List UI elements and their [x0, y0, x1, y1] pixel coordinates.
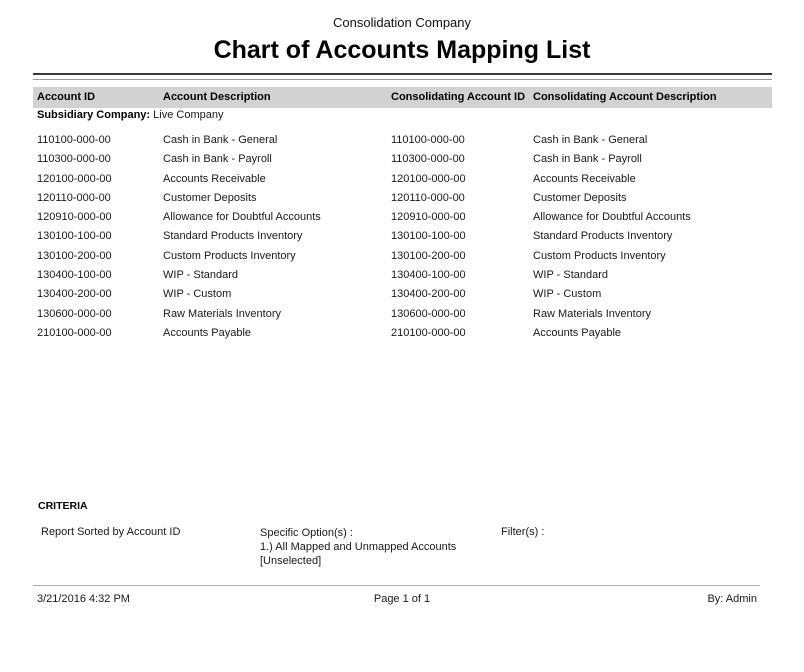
account-description: Accounts Payable: [163, 324, 251, 343]
consolidating-account-description: Customer Deposits: [533, 189, 627, 208]
criteria-heading: CRITERIA: [38, 500, 88, 512]
account-description: Accounts Receivable: [163, 170, 266, 189]
consolidating-account-id-link[interactable]: 130100-100-00: [391, 227, 466, 246]
account-description: Cash in Bank - General: [163, 131, 277, 150]
company-name: Consolidation Company: [0, 15, 804, 30]
account-id-link[interactable]: 120910-000-00: [37, 208, 112, 227]
report-title: Chart of Accounts Mapping List: [0, 36, 804, 65]
footer-page-number: Page 1 of 1: [0, 592, 804, 606]
specific-options-label: Specific Option(s) :: [260, 526, 456, 540]
table-row: 130400-200-00 WIP - Custom 130400-200-00 WI…: [33, 285, 772, 304]
consolidating-account-id-link[interactable]: 130600-000-00: [391, 305, 466, 324]
consolidating-account-id-link[interactable]: 120110-000-00: [391, 189, 465, 208]
account-id-link[interactable]: 130100-200-00: [37, 247, 112, 266]
criteria-filters-label: Filter(s) :: [501, 526, 544, 538]
footer-user: By: Admin: [707, 592, 757, 606]
consolidating-account-id-link[interactable]: 120100-000-00: [391, 170, 466, 189]
consolidating-account-description: Raw Materials Inventory: [533, 305, 651, 324]
title-divider-dark: [33, 73, 772, 75]
consolidating-account-description: Cash in Bank - Payroll: [533, 150, 642, 169]
consolidating-account-description: Custom Products Inventory: [533, 247, 666, 266]
table-row: 120910-000-00 Allowance for Doubtful Acco…: [33, 208, 772, 227]
table-row: 130400-100-00 WIP - Standard 130400-100-00…: [33, 266, 772, 285]
consolidating-account-description: Standard Products Inventory: [533, 227, 672, 246]
table-row: 130100-100-00 Standard Products Inventory…: [33, 227, 772, 246]
consolidating-account-id-link[interactable]: 210100-000-00: [391, 324, 466, 343]
account-id-link[interactable]: 130600-000-00: [37, 305, 112, 324]
table-row: 130100-200-00 Custom Products Inventory 13…: [33, 247, 772, 266]
consolidating-account-id-link[interactable]: 110300-000-00: [391, 150, 465, 169]
consolidating-account-id-link[interactable]: 130400-100-00: [391, 266, 466, 285]
table-body: 110100-000-00 Cash in Bank - General 11010…: [33, 131, 772, 343]
consolidating-account-description: Cash in Bank - General: [533, 131, 647, 150]
table-row: 110300-000-00 Cash in Bank - Payroll 11030…: [33, 150, 772, 169]
account-id-link[interactable]: 130100-100-00: [37, 227, 112, 246]
account-description: Raw Materials Inventory: [163, 305, 281, 324]
consolidating-account-id-link[interactable]: 120910-000-00: [391, 208, 466, 227]
table-header: Account ID Account Description Consolida…: [33, 87, 772, 108]
title-divider-light: [33, 79, 772, 80]
account-id-link[interactable]: 110100-000-00: [37, 131, 111, 150]
account-description: Standard Products Inventory: [163, 227, 302, 246]
table-row: 130600-000-00 Raw Materials Inventory 1306…: [33, 305, 772, 324]
consolidating-account-description: WIP - Custom: [533, 285, 601, 304]
criteria-sorted-by: Report Sorted by Account ID: [41, 526, 180, 538]
account-id-link[interactable]: 110300-000-00: [37, 150, 111, 169]
account-description: WIP - Standard: [163, 266, 238, 285]
column-header-consolidating-account-id: Consolidating Account ID: [391, 87, 525, 108]
column-header-consolidating-account-description: Consolidating Account Description: [533, 87, 717, 108]
table-row: 120110-000-00 Customer Deposits 120110-000…: [33, 189, 772, 208]
account-id-link[interactable]: 130400-100-00: [37, 266, 112, 285]
consolidating-account-description: Accounts Receivable: [533, 170, 636, 189]
consolidating-account-id-link[interactable]: 130400-200-00: [391, 285, 466, 304]
column-header-account-id: Account ID: [37, 87, 95, 108]
criteria-specific-options: Specific Option(s) : 1.) All Mapped and …: [260, 526, 456, 568]
account-description: Customer Deposits: [163, 189, 257, 208]
consolidating-account-description: Accounts Payable: [533, 324, 621, 343]
specific-option-item: [Unselected]: [260, 554, 456, 568]
consolidating-account-id-link[interactable]: 110100-000-00: [391, 131, 465, 150]
footer: 3/21/2016 4:32 PM Page 1 of 1 By: Admin: [0, 592, 804, 606]
consolidating-account-description: Allowance for Doubtful Accounts: [533, 208, 691, 227]
subsidiary-company-label: Subsidiary Company:: [37, 109, 150, 121]
account-id-link[interactable]: 120110-000-00: [37, 189, 111, 208]
subsidiary-company-row: Subsidiary Company: Live Company: [37, 109, 223, 121]
account-description: Allowance for Doubtful Accounts: [163, 208, 321, 227]
account-id-link[interactable]: 210100-000-00: [37, 324, 112, 343]
specific-option-item: 1.) All Mapped and Unmapped Accounts: [260, 540, 456, 554]
subsidiary-company-value: Live Company: [153, 109, 223, 121]
column-header-account-description: Account Description: [163, 87, 271, 108]
account-description: WIP - Custom: [163, 285, 231, 304]
account-id-link[interactable]: 120100-000-00: [37, 170, 112, 189]
account-id-link[interactable]: 130400-200-00: [37, 285, 112, 304]
table-row: 120100-000-00 Accounts Receivable 120100-0…: [33, 170, 772, 189]
account-description: Cash in Bank - Payroll: [163, 150, 272, 169]
table-row: 110100-000-00 Cash in Bank - General 11010…: [33, 131, 772, 150]
footer-divider: [33, 585, 760, 586]
account-description: Custom Products Inventory: [163, 247, 296, 266]
table-row: 210100-000-00 Accounts Payable 210100-000-…: [33, 324, 772, 343]
consolidating-account-description: WIP - Standard: [533, 266, 608, 285]
consolidating-account-id-link[interactable]: 130100-200-00: [391, 247, 466, 266]
